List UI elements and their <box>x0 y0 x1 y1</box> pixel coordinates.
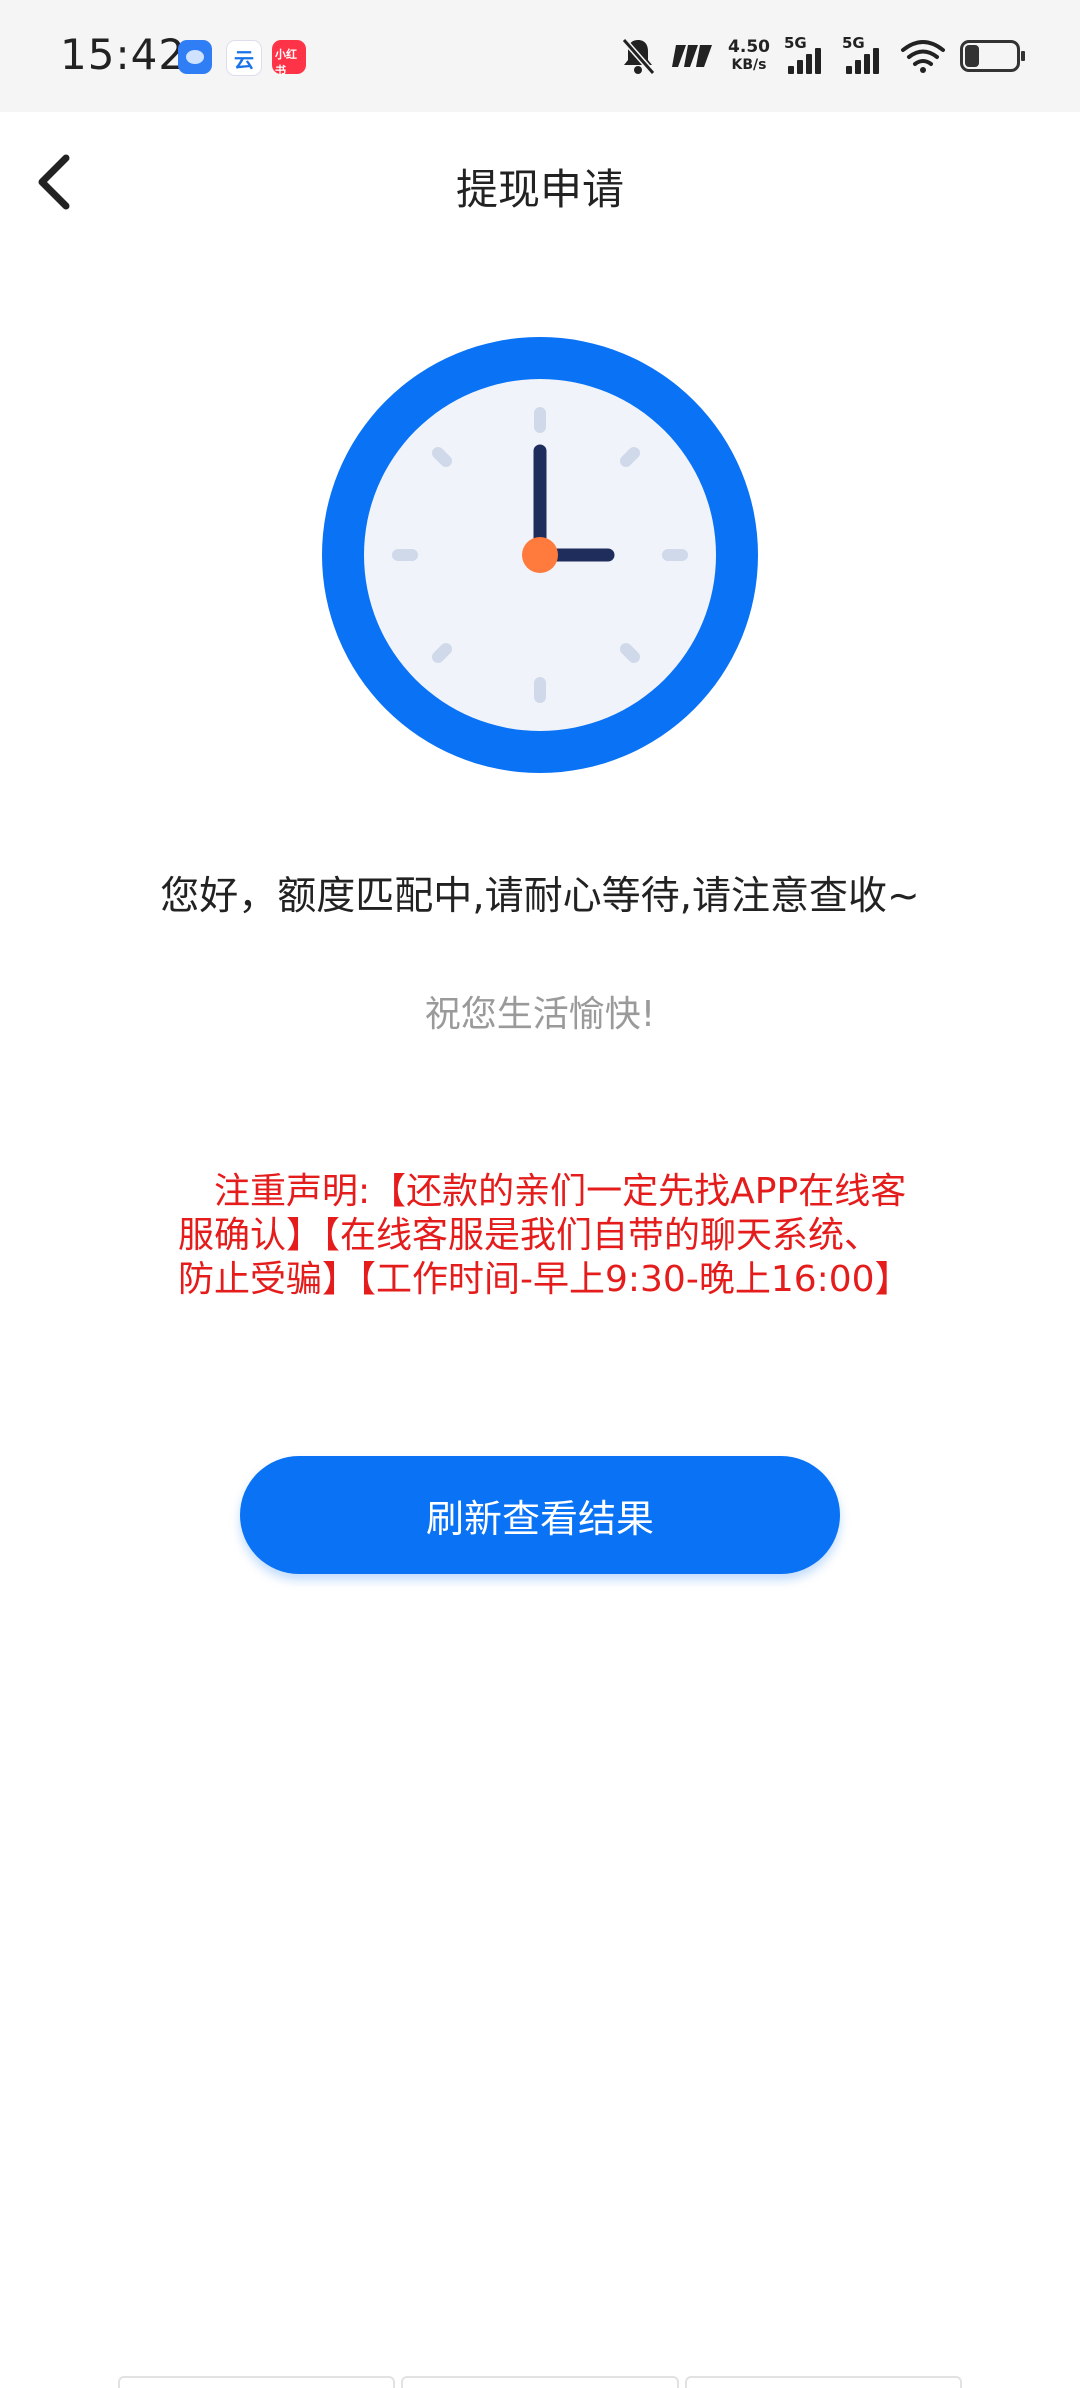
page-title: 提现申请 <box>455 165 624 214</box>
status-indicators: 4.50 KB/s 5G 5G <box>620 30 1025 82</box>
bottom-tab-edge <box>401 2376 679 2388</box>
bottom-edge <box>118 2376 962 2388</box>
withdraw-application-page: 15:42 云 小红书 4.50 KB/s 5G 5G 提现申请 您好，额度匹配… <box>0 0 1080 2388</box>
notice-text: 注重声明:【还款的亲们一定先找APP在线客服确认】【在线客服是我们自带的聊天系统… <box>178 1171 911 1300</box>
network-speed: 4.50 KB/s <box>728 37 770 73</box>
clock-icon <box>320 335 760 775</box>
cloud-app-icon: 云 <box>226 40 262 76</box>
bell-off-icon <box>621 38 656 75</box>
bottom-tab-edge <box>684 2376 962 2388</box>
battery-icon <box>960 40 1025 72</box>
refresh-result-button[interactable]: 刷新查看结果 <box>240 1456 840 1574</box>
wifi-icon <box>901 40 945 73</box>
signal-icon: 5G <box>842 34 886 78</box>
hd-call-icon <box>672 45 713 67</box>
app-notification-icon <box>178 40 212 74</box>
bottom-tab-edge <box>118 2376 396 2388</box>
xiaohongshu-app-icon: 小红书 <box>272 40 306 77</box>
status-bar: 15:42 云 小红书 4.50 KB/s 5G 5G <box>0 0 1080 112</box>
nav-header: 提现申请 <box>0 112 1080 252</box>
greeting-text: 祝您生活愉快! <box>424 994 656 1035</box>
status-message: 您好，额度匹配中,请耐心等待,请注意查收~ <box>160 874 920 919</box>
signal-icon: 5G <box>784 34 828 78</box>
status-time: 15:42 <box>60 30 187 79</box>
